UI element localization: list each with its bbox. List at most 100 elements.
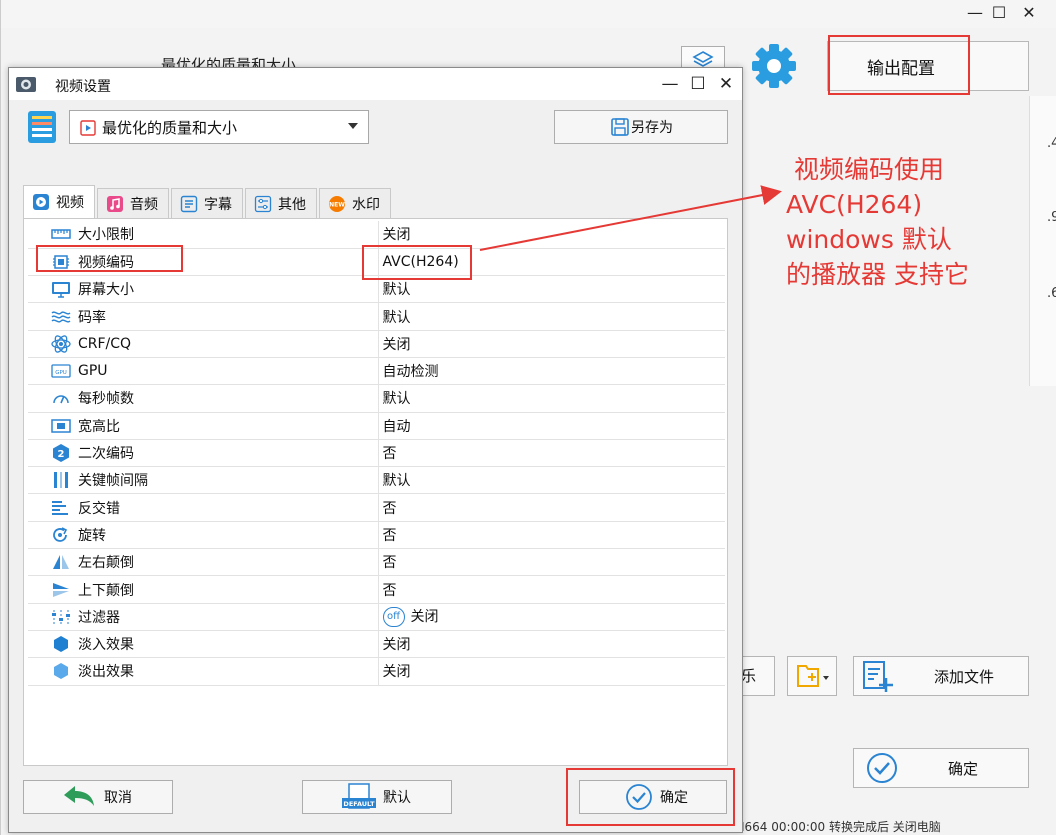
property-row[interactable]: 左右颠倒 否 <box>28 548 725 577</box>
preset-select[interactable]: 最优化的质量和大小 <box>69 110 369 144</box>
property-row[interactable]: 淡出效果 关闭 <box>28 657 725 686</box>
property-row[interactable]: 大小限制 关闭 <box>28 221 725 249</box>
default-button[interactable]: DEFAULT 默认 <box>302 780 452 814</box>
chip-icon <box>53 255 69 269</box>
subtitle-tab-icon <box>180 195 198 212</box>
property-name-cell: 上下颠倒 <box>28 575 379 604</box>
settings-tabs: 视频 音频 字幕 其他 NEW 水印 <box>23 185 393 218</box>
property-row[interactable]: 视频编码 AVC(H264) <box>28 248 725 277</box>
property-value-cell[interactable]: 关闭 <box>378 630 725 659</box>
property-value: 否 <box>382 446 397 463</box>
save-icon <box>611 118 629 136</box>
maximize-icon[interactable]: ☐ <box>985 2 1013 24</box>
property-row[interactable]: 每秒帧数 默认 <box>28 384 725 413</box>
property-value-cell[interactable]: off 关闭 <box>378 603 725 631</box>
property-row[interactable]: 上下颠倒 否 <box>28 575 725 604</box>
property-name: CRF/CQ <box>78 335 132 352</box>
dialog-close-icon[interactable]: ✕ <box>711 71 741 97</box>
other-tab-icon <box>254 195 272 212</box>
output-config-button[interactable]: 输出配置 <box>827 41 1029 91</box>
main-titlebar: — ☐ ✕ <box>1 0 1056 28</box>
gauge-icon <box>53 395 69 404</box>
video-settings-panel: 大小限制 关闭 视频编码 AVC(H264) 屏幕大小 默认 码率 默认 CRF/CQ 关闭 GPU… <box>23 218 728 766</box>
property-name-cell: 屏幕大小 <box>28 275 379 304</box>
property-value-cell[interactable]: 自动 <box>378 412 725 440</box>
rotate-icon <box>53 527 68 542</box>
property-row[interactable]: 屏幕大小 默认 <box>28 275 725 304</box>
watermark-tab-icon: NEW <box>329 195 345 212</box>
property-value-cell[interactable]: AVC(H264) <box>378 248 725 277</box>
off-toggle-icon[interactable]: off <box>382 607 405 628</box>
strip-value: .9 <box>1047 210 1056 225</box>
property-value-cell[interactable]: 关闭 <box>378 221 725 249</box>
dialog-titlebar: 视频设置 — ☐ ✕ <box>9 68 742 100</box>
dialog-minimize-icon[interactable]: — <box>655 71 685 97</box>
dialog-maximize-icon[interactable]: ☐ <box>683 71 713 97</box>
property-value-cell[interactable]: 否 <box>378 521 725 550</box>
property-value-cell[interactable]: 否 <box>378 439 725 468</box>
waves-icon <box>51 310 71 323</box>
tab-other[interactable]: 其他 <box>245 188 317 218</box>
property-row[interactable]: GPU GPU 自动检测 <box>28 357 725 386</box>
property-name: 过滤器 <box>78 609 120 626</box>
tab-label: 音频 <box>130 196 158 213</box>
fade-in-icon <box>54 636 68 653</box>
video-tab-icon <box>33 194 49 210</box>
save-as-button[interactable]: 另存为 <box>554 110 728 144</box>
property-name-cell: CRF/CQ <box>28 330 379 358</box>
main-ok-button[interactable]: 确定 <box>853 748 1029 788</box>
property-value-cell[interactable]: 默认 <box>378 302 725 331</box>
cancel-button[interactable]: 取消 <box>23 780 173 814</box>
property-value: 否 <box>382 555 397 572</box>
property-value-cell[interactable]: 否 <box>378 493 725 522</box>
property-value-cell[interactable]: 默认 <box>378 466 725 495</box>
property-name-cell: 视频编码 <box>28 248 379 277</box>
tab-audio[interactable]: 音频 <box>97 188 169 218</box>
aspect-ratio-icon <box>51 418 71 433</box>
property-name-cell: 宽高比 <box>28 412 379 440</box>
check-circle-icon <box>626 784 652 810</box>
gear-icon[interactable] <box>747 40 803 92</box>
ok-button[interactable]: 确定 <box>579 780 727 814</box>
property-value-cell[interactable]: 否 <box>378 575 725 604</box>
property-row[interactable]: 关键帧间隔 默认 <box>28 466 725 495</box>
tab-label: 字幕 <box>204 196 232 213</box>
property-value-cell[interactable]: 关闭 <box>378 330 725 358</box>
property-value-cell[interactable]: 否 <box>378 548 725 577</box>
property-name: 反交错 <box>78 500 120 517</box>
add-folder-button[interactable] <box>787 656 837 696</box>
property-name: 淡出效果 <box>78 664 134 681</box>
property-value-cell[interactable]: 默认 <box>378 275 725 304</box>
property-value: 默认 <box>382 309 411 326</box>
property-row[interactable]: 2 二次编码 否 <box>28 439 725 468</box>
tab-video[interactable]: 视频 <box>23 185 95 218</box>
property-row[interactable]: 码率 默认 <box>28 302 725 331</box>
property-name: 每秒帧数 <box>78 391 134 408</box>
property-value: 关闭 <box>382 227 411 244</box>
property-value-cell[interactable]: 关闭 <box>378 657 725 686</box>
close-icon[interactable]: ✕ <box>1015 2 1043 24</box>
property-name: 左右颠倒 <box>78 555 134 572</box>
property-name: 屏幕大小 <box>78 282 134 299</box>
property-row[interactable]: 宽高比 自动 <box>28 412 725 440</box>
property-row[interactable]: 旋转 否 <box>28 521 725 550</box>
property-name-cell: 2 二次编码 <box>28 439 379 468</box>
property-value-cell[interactable]: 默认 <box>378 384 725 413</box>
add-file-button[interactable]: 添加文件 <box>853 656 1029 696</box>
property-row[interactable]: 淡入效果 关闭 <box>28 630 725 659</box>
property-row[interactable]: 过滤器 off 关闭 <box>28 603 725 631</box>
property-value: 否 <box>382 527 397 544</box>
property-value: 否 <box>382 500 397 517</box>
strip-value: .4 <box>1047 136 1056 151</box>
annotation-line: AVC(H264) <box>786 190 923 219</box>
property-name-cell: 大小限制 <box>28 221 379 249</box>
svg-text:GPU: GPU <box>55 370 67 376</box>
tab-label: 视频 <box>56 195 84 211</box>
property-value-cell[interactable]: 自动检测 <box>378 357 725 386</box>
video-settings-dialog: 视频设置 — ☐ ✕ 最优化的质量和大小 另存为 视频 音频 字幕 其他 NEW… <box>8 67 743 833</box>
tab-subtitle[interactable]: 字幕 <box>171 188 243 218</box>
property-row[interactable]: CRF/CQ 关闭 <box>28 330 725 358</box>
tab-watermark[interactable]: NEW 水印 <box>319 188 391 218</box>
property-value: 自动 <box>382 418 411 435</box>
property-row[interactable]: 反交错 否 <box>28 493 725 522</box>
